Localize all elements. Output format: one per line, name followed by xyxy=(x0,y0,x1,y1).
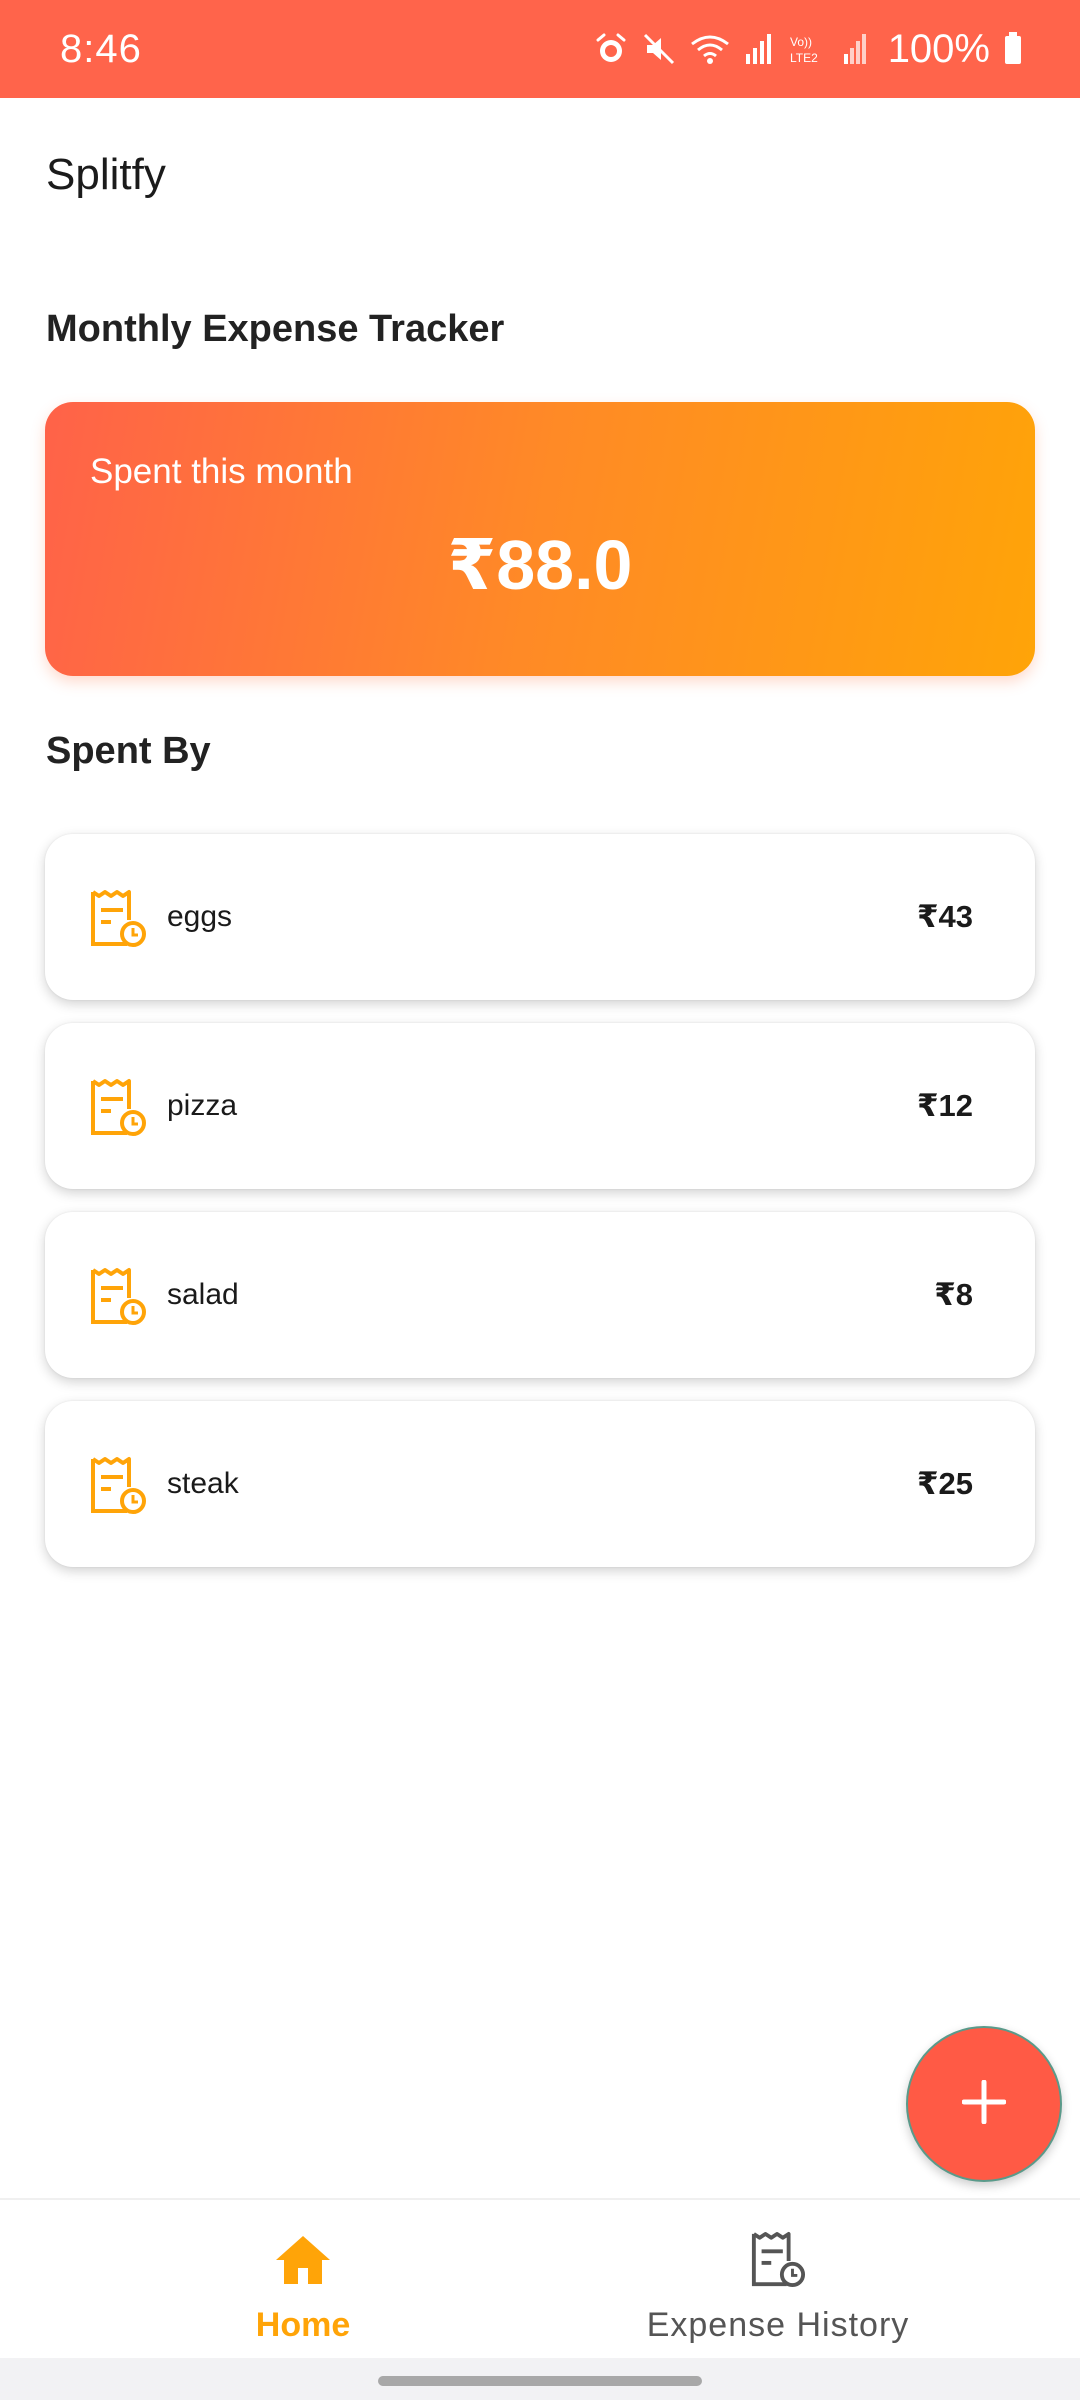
summary-amount: ₹88.0 xyxy=(447,526,633,604)
expense-item[interactable]: pizza ₹12 xyxy=(45,1023,1035,1189)
summary-label: Spent this month xyxy=(90,452,353,491)
svg-text:Vo)): Vo)) xyxy=(790,35,812,49)
expense-item[interactable]: steak ₹25 xyxy=(45,1401,1035,1567)
expense-name: pizza xyxy=(167,1089,238,1122)
expense-amount: ₹43 xyxy=(916,899,973,934)
home-icon xyxy=(274,2228,332,2292)
expense-amount: ₹25 xyxy=(916,1466,973,1501)
expense-name: salad xyxy=(167,1278,239,1311)
battery-icon xyxy=(1004,32,1022,66)
status-icons: Vo)) LTE2 100% xyxy=(594,27,1022,72)
nav-item-home[interactable]: Home xyxy=(200,2200,406,2360)
expense-item[interactable]: eggs ₹43 xyxy=(45,834,1035,1000)
app-title: Splitfy xyxy=(46,150,166,199)
bottom-nav: Home Expense History xyxy=(0,2198,1080,2358)
receipt-clock-icon xyxy=(89,1077,147,1139)
add-expense-button[interactable] xyxy=(906,2026,1062,2182)
receipt-clock-icon xyxy=(750,2228,806,2292)
monthly-summary-card: Spent this month ₹88.0 xyxy=(45,402,1035,676)
nav-label: Home xyxy=(255,2306,351,2344)
mute-icon xyxy=(642,32,676,66)
expense-name: steak xyxy=(167,1467,239,1500)
nav-label: Expense History xyxy=(646,2306,910,2344)
tracker-heading: Monthly Expense Tracker xyxy=(46,308,505,350)
receipt-clock-icon xyxy=(89,1266,147,1328)
gesture-handle[interactable] xyxy=(378,2376,702,2386)
wifi-icon xyxy=(690,32,730,66)
status-time: 8:46 xyxy=(60,26,142,71)
battery-percent: 100% xyxy=(887,26,990,71)
svg-text:LTE2: LTE2 xyxy=(790,51,818,65)
volte-icon: Vo)) LTE2 xyxy=(788,32,828,66)
receipt-clock-icon xyxy=(89,888,147,950)
receipt-clock-icon xyxy=(89,1455,147,1517)
expense-list: eggs ₹43 pizza ₹12 salad ₹8 steak ₹25 xyxy=(45,834,1035,1590)
expense-amount: ₹8 xyxy=(934,1277,973,1312)
signal-weak-icon xyxy=(842,32,868,66)
expense-name: eggs xyxy=(167,900,233,933)
signal-icon xyxy=(744,32,774,66)
expense-item[interactable]: salad ₹8 xyxy=(45,1212,1035,1378)
screen: 8:46 Vo)) LTE2 100% Splitfy Monthly Expe… xyxy=(0,0,1080,2400)
plus-icon xyxy=(961,2079,1007,2129)
nav-item-expense-history[interactable]: Expense History xyxy=(600,2200,956,2360)
spent-by-heading: Spent By xyxy=(46,730,211,772)
alarm-icon xyxy=(594,32,628,66)
gesture-bar xyxy=(0,2358,1080,2400)
status-bar: 8:46 Vo)) LTE2 100% xyxy=(0,0,1080,98)
expense-amount: ₹12 xyxy=(916,1088,973,1123)
